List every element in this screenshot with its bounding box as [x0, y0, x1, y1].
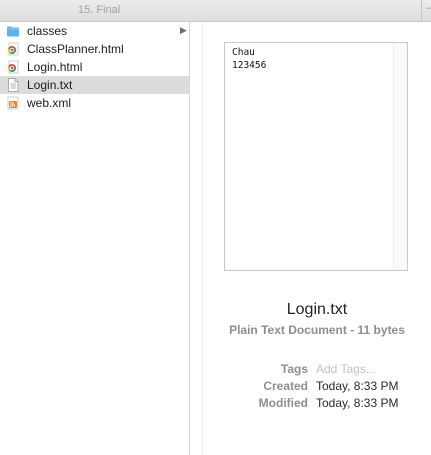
file-name-label: web.xml [27, 96, 72, 110]
preview-content: Chau 123456 [232, 46, 266, 72]
file-name-label: classes [27, 24, 68, 38]
text-document-icon [6, 78, 20, 92]
preview-file-name: Login.txt [286, 301, 348, 318]
preview-file-kind: Plain Text Document - 11 bytes [229, 323, 405, 337]
list-item-login-html[interactable]: Login.html [0, 58, 189, 76]
tags-label: Tags [280, 362, 308, 376]
tags-input[interactable]: Add Tags... [316, 362, 376, 376]
file-preview-thumbnail[interactable]: Chau 123456 [224, 42, 408, 271]
preview-line: Chau [232, 47, 255, 58]
preview-line: 123456 [232, 60, 267, 71]
folder-icon [6, 24, 20, 38]
disclosure-arrow-icon: ▶ [180, 25, 187, 35]
file-column: classes ▶ ClassPlanner.html Login.html L… [0, 22, 189, 455]
file-name-label: Login.txt [27, 78, 73, 92]
modified-value: Today, 8:33 PM [316, 396, 399, 410]
preview-scrollbar[interactable] [393, 43, 407, 270]
column-divider [202, 22, 203, 455]
list-item-login-txt[interactable]: Login.txt [0, 76, 189, 94]
modified-label: Modified [258, 396, 308, 410]
list-item-web-xml[interactable]: web.xml [0, 94, 189, 112]
created-label: Created [263, 379, 308, 393]
column-title: 15. Final [78, 4, 121, 16]
header-dash: – [426, 2, 431, 14]
column-gutter [190, 22, 202, 455]
xml-feed-icon [6, 96, 20, 110]
file-name-label: ClassPlanner.html [27, 42, 124, 56]
list-item-classplanner[interactable]: ClassPlanner.html [0, 40, 189, 58]
list-item-classes[interactable]: classes ▶ [0, 22, 189, 40]
header-divider[interactable] [421, 0, 422, 21]
created-value: Today, 8:33 PM [316, 379, 399, 393]
file-name-label: Login.html [27, 60, 83, 74]
column-header-bar: 15. Final – [0, 0, 431, 22]
chrome-html-icon [6, 60, 20, 74]
chrome-html-icon [6, 42, 20, 56]
